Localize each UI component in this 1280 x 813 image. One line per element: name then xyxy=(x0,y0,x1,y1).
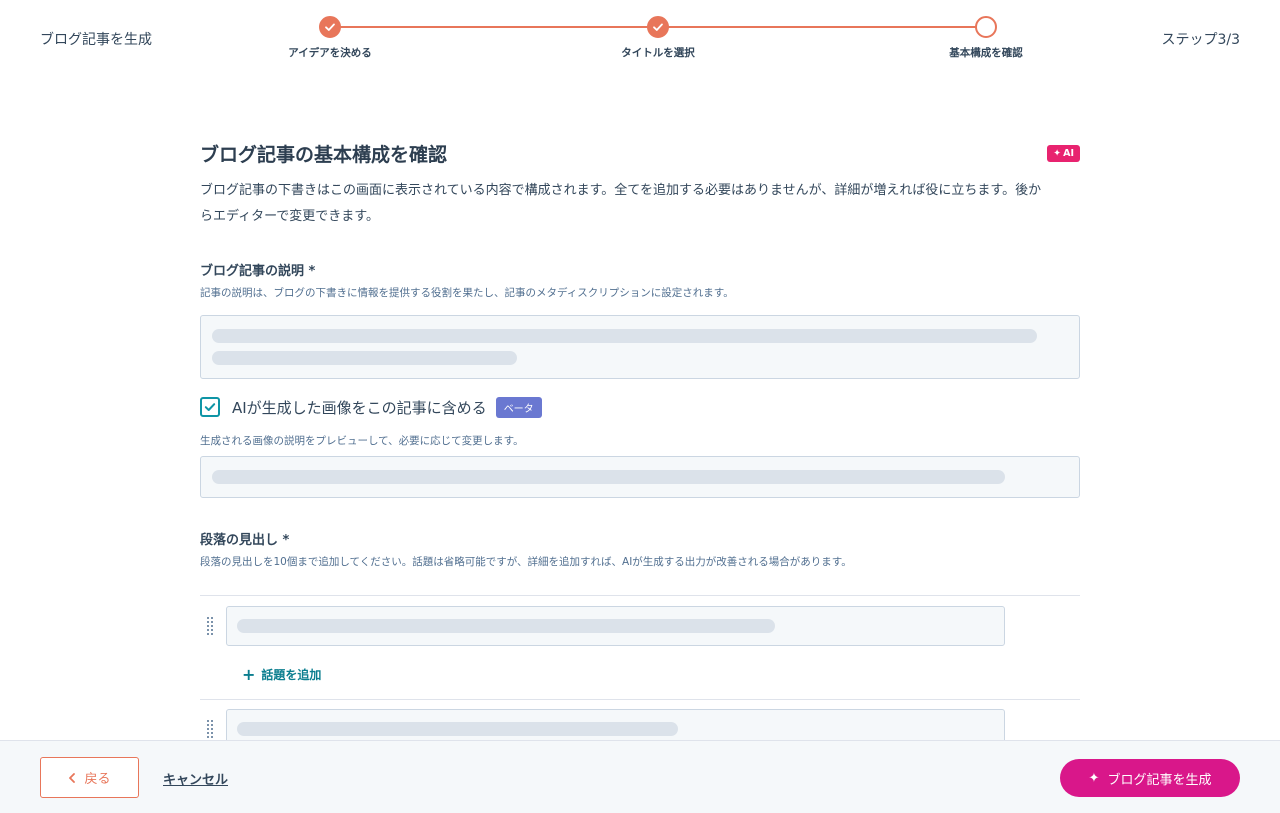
ai-image-help: 生成される画像の説明をプレビューして、必要に応じて変更します。 xyxy=(200,435,524,447)
step-count: ステップ3/3 xyxy=(1161,32,1240,48)
step-current-circle-icon xyxy=(975,16,997,38)
ai-image-option: AIが生成した画像をこの記事に含める ベータ xyxy=(200,395,1080,419)
wizard-header: ブログ記事を生成 アイデアを決める タイトルを選択 基本構成を確認 ステップ3/… xyxy=(0,0,1280,80)
loading-skeleton xyxy=(237,619,775,633)
drag-handle-icon[interactable] xyxy=(206,719,214,739)
step-label: アイデアを決める xyxy=(288,47,372,59)
back-button[interactable]: 戻る xyxy=(40,757,139,798)
step-title: タイトルを選択 xyxy=(588,16,728,60)
outline-form: ブログ記事の基本構成を確認 ✦ AI ブログ記事の下書きはこの画面に表示されてい… xyxy=(200,140,1080,749)
drag-handle-icon[interactable] xyxy=(206,616,214,636)
checkmark-icon xyxy=(204,403,216,411)
add-topic-label: 話題を追加 xyxy=(261,668,322,682)
step-complete-check-icon xyxy=(647,16,669,38)
step-outline: 基本構成を確認 xyxy=(916,16,1056,60)
page-description: ブログ記事の下書きはこの画面に表示されている内容で構成されます。全てを追加する必… xyxy=(200,183,1042,224)
sparkle-icon: ✦ xyxy=(1088,770,1100,786)
blog-description-label: ブログ記事の説明 * xyxy=(200,264,316,279)
step-complete-check-icon xyxy=(319,16,341,38)
page-title: ブログ記事の基本構成を確認 xyxy=(200,144,448,166)
loading-skeleton xyxy=(237,722,678,736)
generate-button-label: ブログ記事を生成 xyxy=(1107,772,1212,788)
heading-input[interactable] xyxy=(226,606,1005,646)
plus-icon: + xyxy=(242,664,256,684)
ai-image-checkbox-label[interactable]: AIが生成した画像をこの記事に含める xyxy=(232,397,487,418)
wizard-title: ブログ記事を生成 xyxy=(40,32,152,48)
heading-item xyxy=(200,606,1080,646)
image-description-textarea[interactable] xyxy=(200,456,1080,498)
beta-badge: ベータ xyxy=(495,396,542,418)
divider xyxy=(200,699,1080,700)
wizard-footer: 戻る キャンセル ✦ ブログ記事を生成 xyxy=(0,740,1280,813)
chevron-left-icon xyxy=(69,772,76,783)
generate-blog-button[interactable]: ✦ ブログ記事を生成 xyxy=(1060,759,1240,797)
cancel-link[interactable]: キャンセル xyxy=(163,769,228,788)
add-topic-button[interactable]: + 話題を追加 xyxy=(242,666,1080,683)
step-label: 基本構成を確認 xyxy=(949,47,1023,59)
ai-badge: ✦ AI xyxy=(1047,145,1080,162)
loading-skeleton xyxy=(212,351,517,365)
ai-image-checkbox[interactable] xyxy=(200,397,220,417)
blog-description-help: 記事の説明は、ブログの下書きに情報を提供する役割を果たし、記事のメタディスクリプ… xyxy=(200,287,734,299)
divider xyxy=(200,595,1080,596)
paragraph-headings-label: 段落の見出し * xyxy=(200,533,290,548)
step-idea: アイデアを決める xyxy=(260,16,400,60)
ai-badge-label: AI xyxy=(1063,148,1074,159)
blog-description-textarea[interactable] xyxy=(200,315,1080,379)
loading-skeleton xyxy=(212,470,1005,484)
back-button-label: 戻る xyxy=(84,772,111,787)
loading-skeleton xyxy=(212,329,1037,343)
paragraph-headings-help: 段落の見出しを10個まで追加してください。話題は省略可能ですが、詳細を追加すれば… xyxy=(200,556,852,568)
step-label: タイトルを選択 xyxy=(621,47,695,59)
sparkle-icon: ✦ xyxy=(1053,148,1062,159)
